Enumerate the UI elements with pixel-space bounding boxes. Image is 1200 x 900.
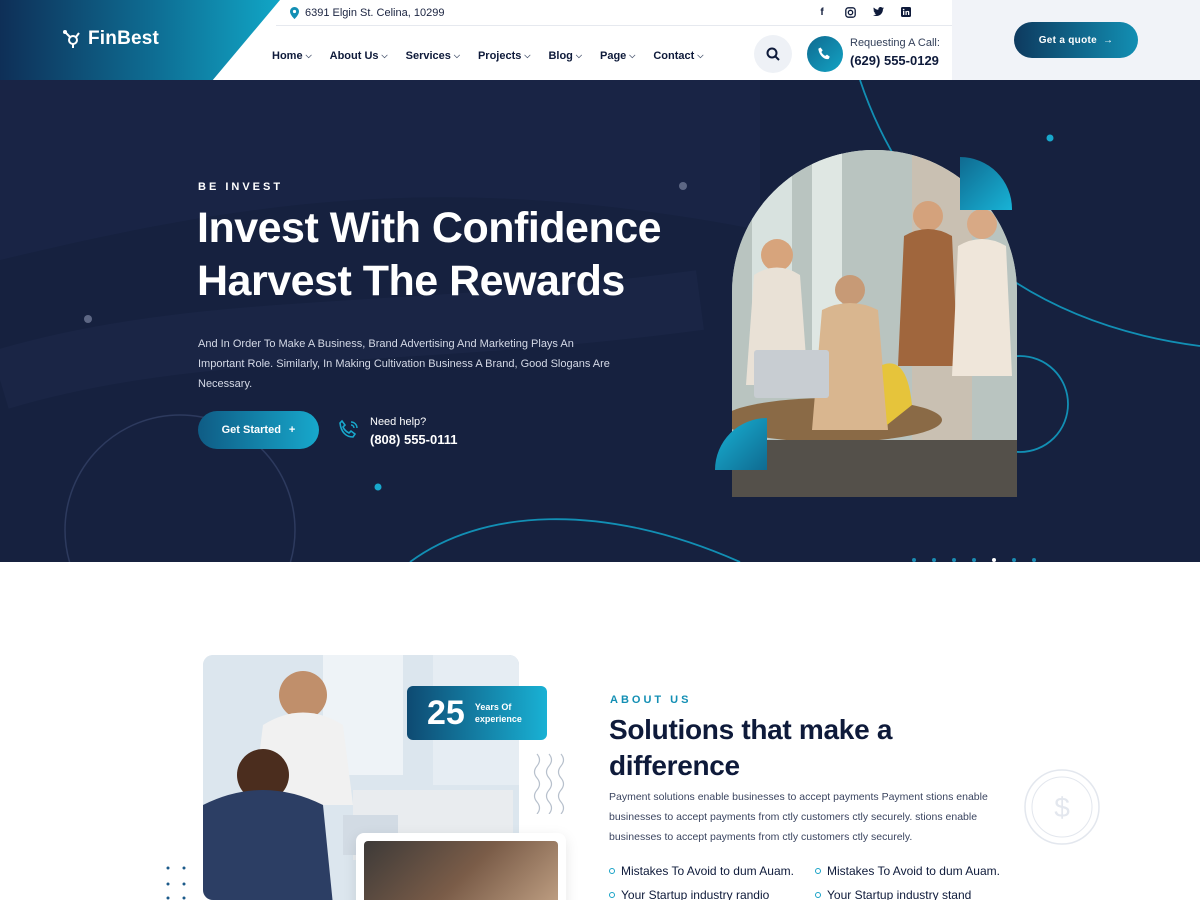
site-header: FinBest 6391 Elgin St. Celina, 10299 f H… [0,0,1200,80]
call-button[interactable] [807,36,843,72]
arrow-right-icon: → [1103,34,1114,46]
slider-dot[interactable] [932,558,936,562]
top-bar: 6391 Elgin St. Celina, 10299 f [276,0,952,26]
feature-text: Mistakes To Avoid to dum Auam. [827,864,1000,878]
about-secondary-image [356,833,566,900]
nav-blog[interactable]: Blog ⌵ [548,50,582,62]
experience-badge: 25 Years Of experience [407,686,547,740]
hero-title-line-1: Invest With Confidence [197,204,662,252]
help-label: Need help? [370,416,427,428]
social-links: f [816,6,912,18]
chevron-down-icon: ⌵ [453,51,460,60]
hero-title-line-2: Harvest The Rewards [197,257,625,305]
hero-description: And In Order To Make A Business, Brand A… [198,338,610,390]
experience-label: Years Of experience [474,702,522,724]
slider-dot[interactable] [1032,558,1036,562]
chevron-down-icon: ⌵ [524,51,531,60]
feature-text: Your Startup industry randio [621,888,770,900]
bullet-icon [609,868,615,874]
nav-label: Home [272,50,303,62]
feature-item: Your Startup industry stand [815,888,1015,900]
slider-dots [912,558,1036,562]
nav-label: Projects [477,50,522,62]
logo-icon [62,29,82,49]
nav-contact[interactable]: Contact ⌵ [653,50,703,62]
team-photo [364,841,558,900]
hero-decoration [0,80,1200,562]
location-pin-icon [290,7,299,19]
feature-text: Your Startup industry stand [827,888,972,900]
chevron-down-icon: ⌵ [629,51,636,60]
nav-label: About Us [329,50,379,62]
get-started-button[interactable]: Get Started + [198,411,319,449]
bullet-icon [609,892,615,898]
instagram-icon[interactable] [844,6,856,18]
linkedin-icon[interactable] [900,6,912,18]
headset-phone-icon [339,419,358,438]
address-text: 6391 Elgin St. Celina, 10299 [305,7,445,19]
dollar-watermark-icon: $ [1024,769,1100,845]
search-icon [766,47,780,61]
logo-text: FinBest [88,28,160,49]
nav-label: Page [599,50,627,62]
call-label: Requesting A Call: [850,37,940,49]
logo[interactable]: FinBest [62,28,159,50]
get-quote-label: Get a quote [1038,34,1097,46]
about-title: Solutions that make a difference [609,714,893,781]
get-started-label: Get Started [221,424,281,436]
main-nav: Home ⌵ About Us ⌵ Services ⌵ Projects ⌵ Blog… [272,50,703,62]
squiggle-decoration [533,753,565,814]
chevron-down-icon: ⌵ [575,51,582,60]
help-number[interactable]: (808) 555-0111 [370,432,457,447]
chevron-down-icon: ⌵ [381,51,388,60]
get-quote-button[interactable]: Get a quote → [1014,22,1138,58]
slider-dot[interactable] [972,558,976,562]
feature-text: Mistakes To Avoid to dum Auam. [621,864,794,878]
twitter-icon[interactable] [872,6,884,18]
nav-services[interactable]: Services ⌵ [406,50,460,62]
facebook-icon[interactable]: f [816,6,828,18]
dot-grid-decoration [166,866,186,900]
nav-about-us[interactable]: About Us ⌵ [330,50,388,62]
feature-item: Your Startup industry randio [609,888,815,900]
feature-list: Mistakes To Avoid to dum Auam. Mistakes … [609,864,1015,900]
hero-title: Invest With Confidence Harvest The Rewar… [197,202,662,308]
feature-item: Mistakes To Avoid to dum Auam. [609,864,815,878]
chevron-down-icon: ⌵ [305,51,312,60]
about-eyebrow: ABOUT US [610,694,692,706]
nav-label: Services [405,50,451,62]
chevron-down-icon: ⌵ [697,51,704,60]
slider-dot-active[interactable] [992,558,996,562]
nav-page[interactable]: Page ⌵ [600,50,635,62]
nav-home[interactable]: Home ⌵ [272,50,312,62]
svg-text:$: $ [1054,792,1070,823]
bullet-icon [815,892,821,898]
feature-item: Mistakes To Avoid to dum Auam. [815,864,1015,878]
hero-section: BE INVEST Invest With Confidence Harvest… [0,80,1200,562]
slider-dot[interactable] [952,558,956,562]
search-button[interactable] [754,35,792,73]
bullet-icon [815,868,821,874]
phone-icon [818,47,830,60]
about-description: Payment solutions enable businesses to a… [609,791,988,843]
slider-dot[interactable] [912,558,916,562]
slider-dot[interactable] [1012,558,1016,562]
call-number[interactable]: (629) 555-0129 [850,53,939,68]
experience-number: 25 [427,693,465,732]
nav-label: Blog [548,50,573,62]
plus-icon: + [288,424,296,436]
hero-eyebrow: BE INVEST [198,181,284,193]
address: 6391 Elgin St. Celina, 10299 [290,7,444,19]
nav-label: Contact [653,50,695,62]
nav-projects[interactable]: Projects ⌵ [478,50,531,62]
